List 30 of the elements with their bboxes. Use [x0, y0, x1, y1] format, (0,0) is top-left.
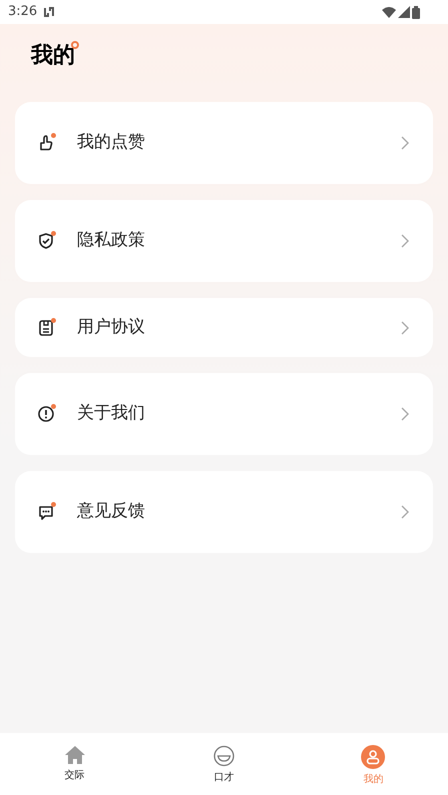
menu-label: 隐私政策	[77, 229, 146, 252]
doc-icon	[36, 318, 56, 338]
nav-tab[interactable]: 口才	[149, 733, 299, 795]
sync-icon	[43, 6, 56, 18]
info-icon	[36, 404, 56, 424]
menu-label: 用户协议	[77, 316, 146, 339]
menu-label: 我的点赞	[77, 131, 146, 154]
person-icon	[361, 745, 386, 769]
chevron-right-icon	[401, 407, 409, 421]
menu-item[interactable]: 用户协议	[15, 298, 433, 357]
menu-item[interactable]: 关于我们	[15, 373, 433, 455]
menu-item[interactable]: 意见反馈	[15, 471, 433, 553]
menu-item[interactable]: 我的点赞	[15, 102, 433, 184]
menu-item[interactable]: 隐私政策	[15, 200, 433, 282]
menu-label: 意见反馈	[77, 500, 146, 524]
shield-icon	[36, 231, 56, 251]
signal-icon	[398, 6, 410, 18]
face-icon	[212, 745, 235, 767]
menu-label: 关于我们	[77, 402, 146, 426]
status-time: 3:26	[8, 3, 38, 22]
battery-icon	[412, 6, 420, 18]
chevron-right-icon	[401, 234, 409, 248]
chevron-right-icon	[401, 320, 409, 334]
chevron-right-icon	[401, 136, 409, 150]
home-icon	[64, 745, 86, 765]
chevron-right-icon	[401, 505, 409, 519]
page-title: 我的	[31, 42, 75, 68]
wifi-icon	[382, 6, 396, 18]
nav-tab[interactable]: 交际	[0, 733, 150, 795]
chat-icon	[36, 502, 56, 522]
